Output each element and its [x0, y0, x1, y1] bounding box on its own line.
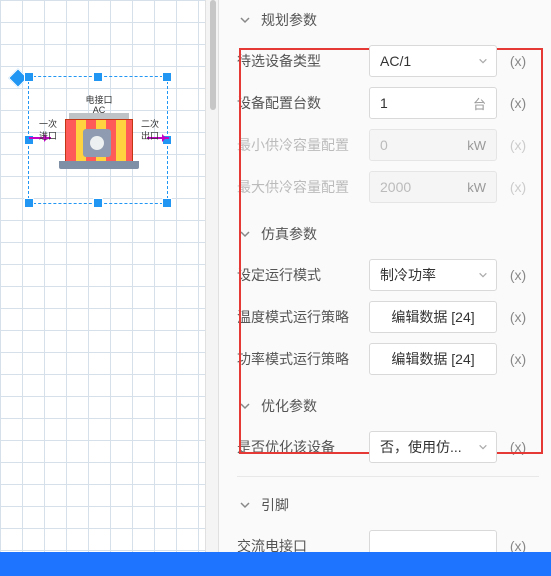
expr-button[interactable]: (x) [507, 309, 529, 325]
resize-handle-bl[interactable] [24, 198, 34, 208]
select-run-mode-value: 制冷功率 [380, 265, 436, 285]
select-device-type-value: AC/1 [380, 53, 411, 69]
input-max-cool: 2000 kW [369, 171, 497, 203]
unit-min-cool: kW [467, 138, 486, 153]
chevron-down-icon [478, 267, 488, 283]
button-temp-strategy[interactable]: 编辑数据 [24] [369, 301, 497, 333]
row-min-cool: 最小供冷容量配置 0 kW (x) [237, 124, 539, 166]
resize-handle-bc[interactable] [93, 198, 103, 208]
chevron-down-icon [237, 497, 253, 513]
label-max-cool: 最大供冷容量配置 [237, 177, 359, 197]
expr-button[interactable]: (x) [507, 439, 529, 455]
label-min-cool: 最小供冷容量配置 [237, 135, 359, 155]
label-device-type: 待选设备类型 [237, 51, 359, 71]
equipment-fan-icon [83, 129, 111, 157]
chevron-down-icon [478, 53, 488, 69]
row-max-cool: 最大供冷容量配置 2000 kW (x) [237, 166, 539, 208]
row-run-mode: 设定运行模式 制冷功率 (x) [237, 254, 539, 296]
section-title-plan: 规划参数 [261, 10, 317, 30]
resize-handle-tr[interactable] [162, 72, 172, 82]
unit-max-cool: kW [467, 180, 486, 195]
section-title-opt: 优化参数 [261, 396, 317, 416]
section-header-plan[interactable]: 规划参数 [237, 0, 539, 40]
section-title-sim: 仿真参数 [261, 224, 317, 244]
select-optimize[interactable]: 否，使用仿... [369, 431, 497, 463]
button-power-strategy[interactable]: 编辑数据 [24] [369, 343, 497, 375]
expr-button-disabled: (x) [507, 137, 529, 153]
selection-box[interactable]: 电接口 AC 一次 进口 二次 出口 [28, 76, 168, 204]
expr-button[interactable]: (x) [507, 95, 529, 111]
label-power-strategy: 功率模式运行策略 [237, 349, 359, 369]
expr-button-disabled: (x) [507, 179, 529, 195]
port-label-left2: 进口 [39, 129, 57, 142]
input-device-count[interactable]: 1 台 [369, 87, 497, 119]
label-temp-strategy: 温度模式运行策略 [237, 307, 359, 327]
canvas-pane[interactable]: 电接口 AC 一次 进口 二次 出口 [0, 0, 205, 576]
row-optimize: 是否优化该设备 否，使用仿... (x) [237, 426, 539, 468]
bottom-bar [0, 552, 551, 576]
section-header-opt[interactable]: 优化参数 [237, 386, 539, 426]
label-optimize: 是否优化该设备 [237, 437, 359, 457]
select-run-mode[interactable]: 制冷功率 [369, 259, 497, 291]
section-title-pins: 引脚 [261, 495, 289, 515]
label-device-count: 设备配置台数 [237, 93, 359, 113]
input-min-cool: 0 kW [369, 129, 497, 161]
input-max-cool-value: 2000 [380, 179, 411, 195]
resize-handle-br[interactable] [162, 198, 172, 208]
select-device-type[interactable]: AC/1 [369, 45, 497, 77]
resize-handle-tl[interactable] [24, 72, 34, 82]
label-run-mode: 设定运行模式 [237, 265, 359, 285]
unit-device-count: 台 [473, 94, 486, 113]
port-label-ac: AC [93, 105, 106, 115]
button-power-strategy-label: 编辑数据 [24] [391, 349, 474, 369]
row-power-strategy: 功率模式运行策略 编辑数据 [24] (x) [237, 338, 539, 380]
chevron-down-icon [237, 398, 253, 414]
expr-button[interactable]: (x) [507, 267, 529, 283]
expr-button[interactable]: (x) [507, 351, 529, 367]
section-divider [237, 476, 539, 477]
equipment-base [59, 161, 139, 169]
port-label-right2: 出口 [141, 129, 159, 142]
chevron-down-icon [237, 12, 253, 28]
resize-handle-tc[interactable] [93, 72, 103, 82]
expr-button[interactable]: (x) [507, 53, 529, 69]
row-temp-strategy: 温度模式运行策略 编辑数据 [24] (x) [237, 296, 539, 338]
section-header-pins[interactable]: 引脚 [237, 485, 539, 525]
splitter[interactable] [205, 0, 219, 576]
chevron-down-icon [478, 439, 488, 455]
button-temp-strategy-label: 编辑数据 [24] [391, 307, 474, 327]
chevron-down-icon [237, 226, 253, 242]
row-device-count: 设备配置台数 1 台 (x) [237, 82, 539, 124]
input-device-count-value: 1 [380, 95, 388, 111]
input-min-cool-value: 0 [380, 137, 388, 153]
select-optimize-value: 否，使用仿... [380, 437, 462, 457]
equipment-block[interactable]: 电接口 AC 一次 进口 二次 出口 [51, 99, 147, 183]
row-device-type: 待选设备类型 AC/1 (x) [237, 40, 539, 82]
property-panel: 规划参数 待选设备类型 AC/1 (x) 设备配置台数 1 台 [219, 0, 551, 576]
section-header-sim[interactable]: 仿真参数 [237, 214, 539, 254]
